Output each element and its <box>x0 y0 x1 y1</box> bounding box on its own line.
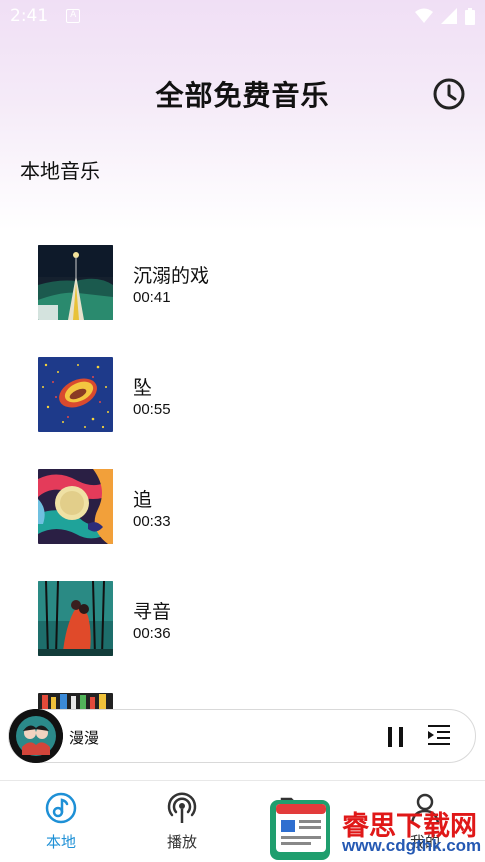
status-time: 2:41 <box>10 6 49 26</box>
playlist-button[interactable] <box>425 722 453 750</box>
battery-icon <box>465 7 475 25</box>
album-cover <box>38 469 113 544</box>
song-item[interactable]: 沉溺的戏 00:41 <box>0 233 485 333</box>
song-duration: 00:55 <box>133 401 171 418</box>
history-button[interactable] <box>431 76 467 112</box>
watermark: 睿思下载网 www.cdgthk.com <box>268 798 482 860</box>
song-item[interactable]: 坠 00:55 <box>0 345 485 445</box>
pause-button[interactable] <box>383 724 409 750</box>
header-background <box>0 0 485 230</box>
song-item-partial[interactable] <box>0 681 485 709</box>
album-cover <box>38 581 113 656</box>
music-note-icon <box>45 792 77 824</box>
song-duration: 00:33 <box>133 513 171 530</box>
album-cover <box>38 693 113 709</box>
album-cover <box>38 357 113 432</box>
song-item[interactable]: 寻音 00:36 <box>0 569 485 669</box>
player-cover <box>9 709 63 763</box>
song-title: 沉溺的戏 <box>133 265 210 287</box>
song-item[interactable]: 追 00:33 <box>0 457 485 557</box>
song-title: 坠 <box>133 377 153 399</box>
watermark-logo <box>270 800 330 860</box>
song-duration: 00:36 <box>133 625 171 642</box>
mini-player[interactable]: 漫漫 <box>8 709 476 763</box>
nav-local[interactable]: 本地 <box>26 791 96 851</box>
section-title: 本地音乐 <box>20 159 100 183</box>
wifi-icon <box>415 8 433 23</box>
pause-icon <box>388 727 403 747</box>
signal-icon <box>441 8 457 24</box>
status-icons <box>415 7 475 25</box>
status-bar: 2:41 A <box>0 0 485 32</box>
player-song-title: 漫漫 <box>69 729 100 747</box>
nav-label: 播放 <box>166 833 197 851</box>
watermark-url: www.cdgthk.com <box>342 836 482 855</box>
clock-icon <box>433 78 465 110</box>
song-title: 寻音 <box>133 601 172 623</box>
notification-icon: A <box>66 9 81 23</box>
nav-play[interactable]: 播放 <box>147 791 217 851</box>
app-title: 全部免费音乐 <box>155 79 330 112</box>
song-title: 追 <box>133 489 153 511</box>
nav-label: 本地 <box>45 833 76 851</box>
song-duration: 00:41 <box>133 289 171 306</box>
album-cover <box>38 245 113 320</box>
broadcast-icon <box>167 792 197 823</box>
playlist-icon <box>428 725 450 745</box>
